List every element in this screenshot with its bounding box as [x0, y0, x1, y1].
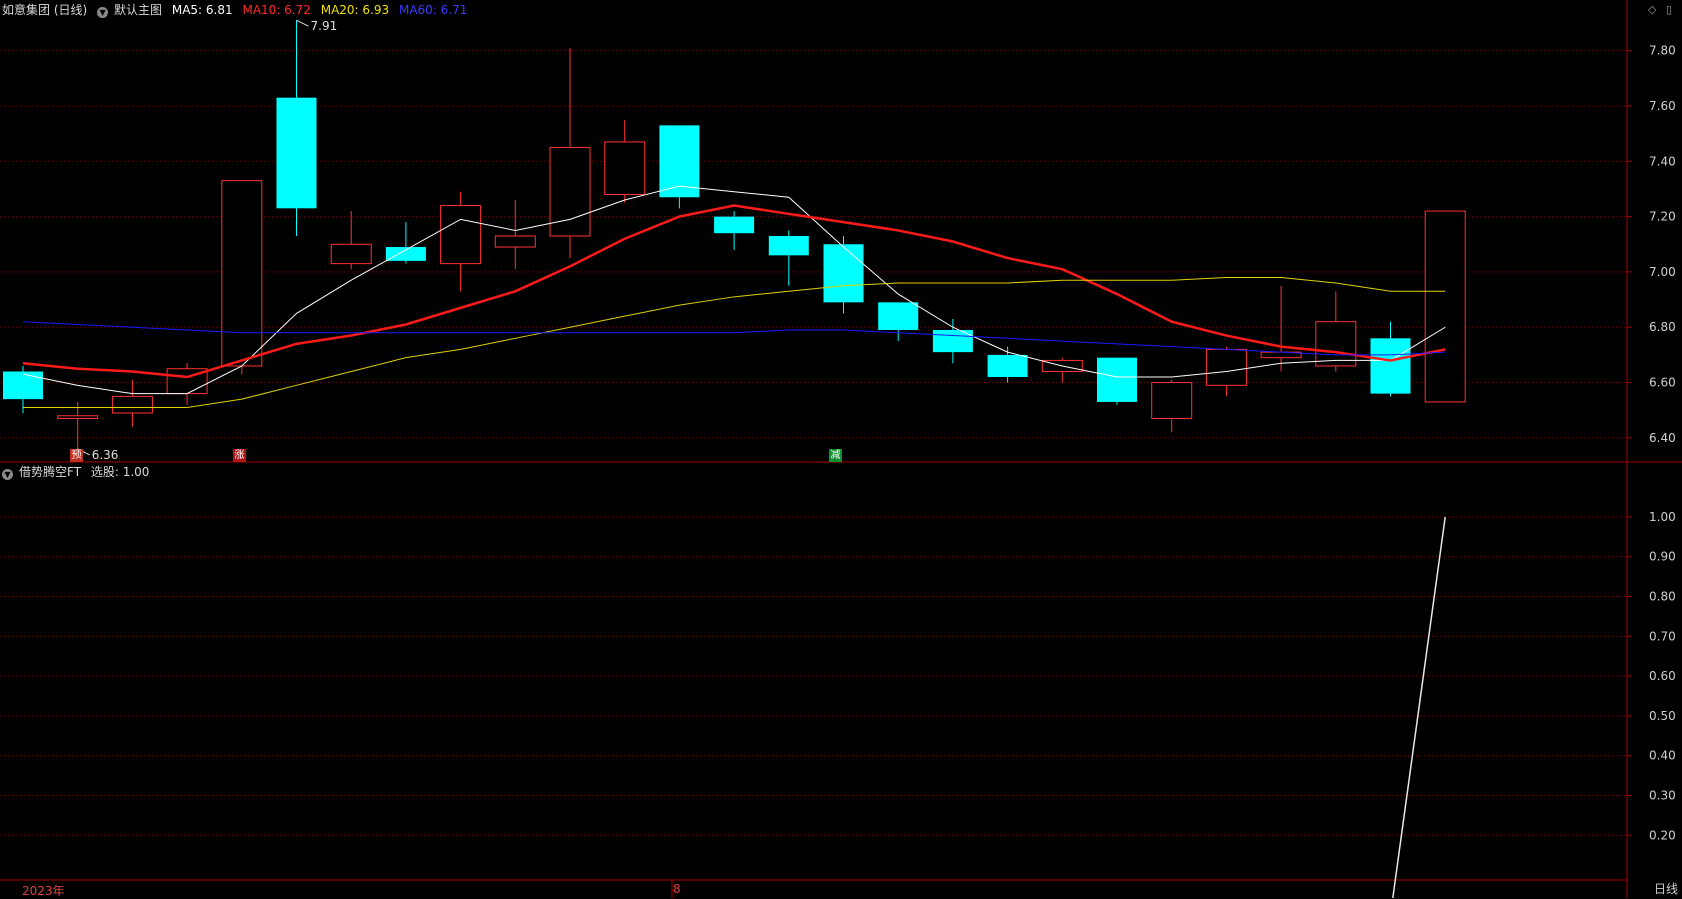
candle-body [111, 395, 153, 414]
price-tick-label: 6.40 [1649, 431, 1676, 445]
candle-body [1097, 357, 1137, 402]
indicator-tick-label: 0.70 [1649, 629, 1676, 643]
panel-icon[interactable]: ▯ [1666, 3, 1672, 16]
ma20-label: MA20: 6.93 [320, 3, 390, 17]
month-label: 8 [673, 882, 681, 896]
ma5-label: MA5: 6.81 [171, 3, 233, 17]
stock-name-label: 如意集团 (日线) [2, 3, 88, 17]
up-tag: 涨 [233, 449, 246, 462]
main-chart-header: 如意集团 (日线) ▼ 默认主图 MA5: 6.81 MA10: 6.72 MA2… [2, 0, 473, 20]
candle-body [57, 415, 99, 420]
pre-tag: 预 [70, 449, 83, 462]
indicator-tick-label: 0.20 [1649, 828, 1676, 842]
price-tick-label: 7.80 [1649, 44, 1676, 58]
annotation-pointer [296, 19, 309, 27]
indicator-tick-label: 0.60 [1649, 669, 1676, 683]
main-chart-label[interactable]: 默认主图 [114, 3, 162, 17]
down-tag: 减 [829, 449, 842, 462]
indicator-line [1392, 516, 1446, 898]
candle-body [330, 243, 372, 265]
indicator-tick-label: 0.80 [1649, 590, 1676, 604]
candle-body [1315, 321, 1357, 367]
indicator-tick-label: 0.30 [1649, 788, 1676, 802]
indicator-value: 选股: 1.00 [90, 465, 150, 479]
candle-body [987, 354, 1028, 378]
indicator-tick-label: 0.50 [1649, 709, 1676, 723]
annotation-label: 7.91 [311, 19, 338, 33]
price-tick-label: 6.60 [1649, 376, 1676, 390]
indicator-header: ▼ 借势腾空FT 选股: 1.00 [2, 462, 155, 482]
price-tick-label: 7.60 [1649, 99, 1676, 113]
candle-body [714, 216, 755, 234]
candle-body [1151, 382, 1193, 420]
candle-body [1205, 348, 1247, 386]
candle-body [768, 235, 809, 256]
candle-body [494, 235, 536, 248]
candle-body [440, 205, 482, 265]
candle-body [878, 302, 919, 331]
candle-body [385, 247, 426, 261]
candle-body [823, 244, 864, 303]
dropdown-icon[interactable]: ▼ [97, 7, 109, 18]
candle-body [3, 371, 43, 400]
candle-body [604, 141, 646, 195]
indicator-tick-label: 0.40 [1649, 749, 1676, 763]
ma60-label: MA60: 6.71 [398, 3, 468, 17]
candle-body [1424, 210, 1466, 403]
ma10-label: MA10: 6.72 [242, 3, 311, 17]
candle-body [221, 180, 263, 367]
price-tick-label: 7.40 [1649, 154, 1676, 168]
period-label[interactable]: 日线 [1654, 880, 1678, 897]
price-tick-label: 7.00 [1649, 265, 1676, 279]
indicator-name[interactable]: 借势腾空FT [19, 465, 81, 479]
price-tick-label: 7.20 [1649, 210, 1676, 224]
candle-body [276, 97, 317, 209]
year-label: 2023年 [22, 884, 65, 898]
annotation-label: 6.36 [92, 448, 119, 462]
indicator-tick-label: 0.90 [1649, 550, 1676, 564]
diamond-icon[interactable]: ◇ [1648, 3, 1656, 16]
dropdown-icon[interactable]: ▼ [2, 469, 13, 480]
indicator-tick-label: 1.00 [1649, 510, 1676, 524]
chart-toolbar: ◇ ▯ [1642, 3, 1672, 16]
candle-body [1370, 338, 1411, 394]
price-tick-label: 6.80 [1649, 320, 1676, 334]
